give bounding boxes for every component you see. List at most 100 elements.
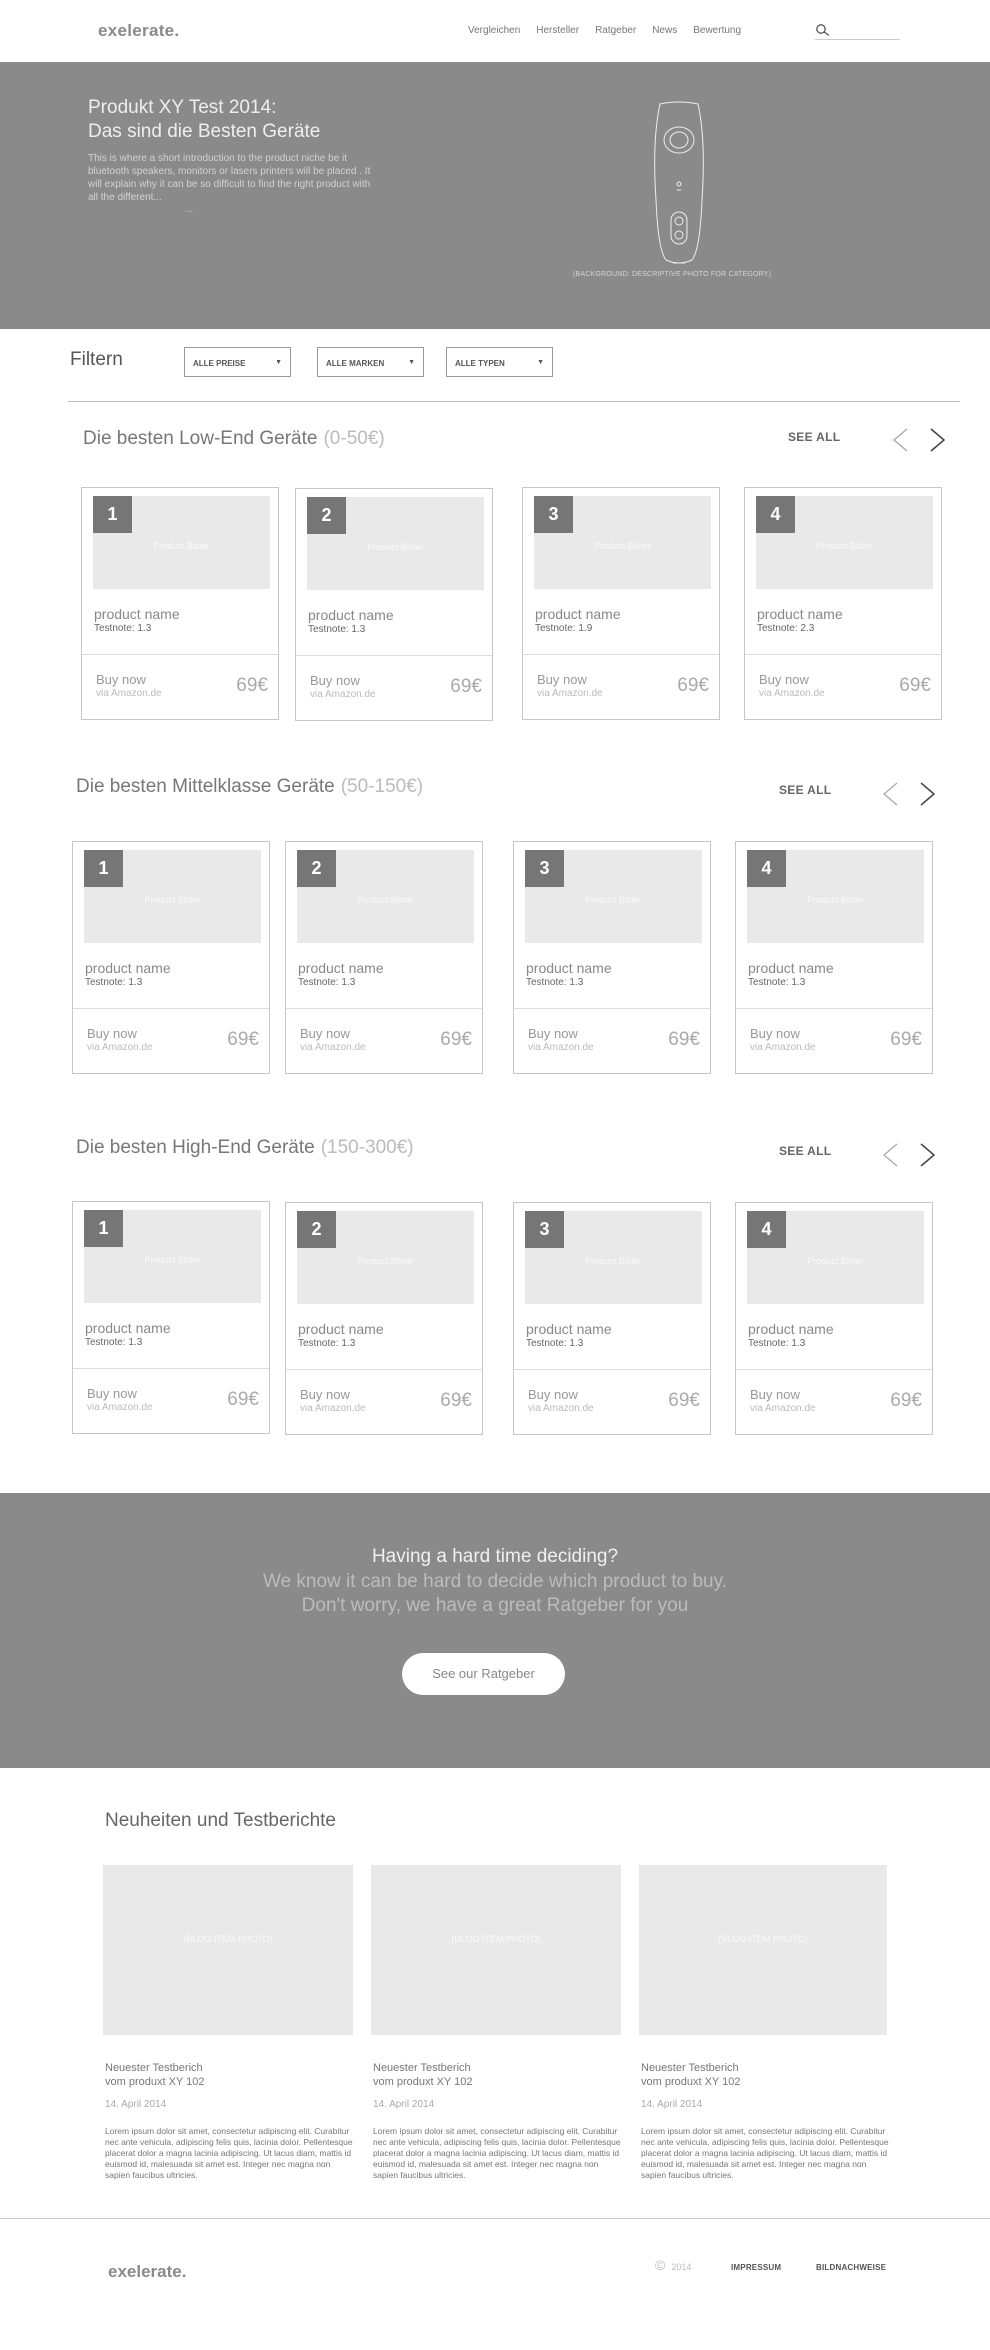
buy-now-link[interactable]: Buy now — [750, 1026, 800, 1041]
buy-now-link[interactable]: Buy now — [537, 672, 587, 687]
blog-title-line2: vom produxt XY 102 — [105, 2076, 205, 2088]
nav-item-ratgeber[interactable]: Ratgeber — [595, 25, 636, 36]
product-card[interactable]: Product Bilder 3 product name Testnote: … — [522, 487, 720, 720]
rank-badge: 4 — [747, 850, 786, 887]
blog-title-line1: Neuester Testberich — [373, 2062, 471, 2074]
rank-badge: 4 — [747, 1211, 786, 1248]
cta-title: Having a hard time deciding? — [371, 1546, 619, 1567]
blog-photo-label: (BLOG ITEM PHOTO) — [718, 1934, 808, 1944]
blog-title-line1: Neuester Testberich — [105, 2062, 203, 2074]
section-price-range: (150-300€) — [320, 1137, 414, 1158]
product-photo-label: Product Bilder — [594, 541, 651, 551]
product-name[interactable]: product name — [757, 606, 843, 622]
buy-now-link[interactable]: Buy now — [87, 1386, 137, 1401]
buy-now-link[interactable]: Buy now — [310, 673, 360, 688]
product-card[interactable]: Product Bilder 1 product name Testnote: … — [72, 1201, 270, 1434]
logo[interactable]: exelerate. — [98, 21, 179, 41]
product-name[interactable]: product name — [308, 607, 394, 623]
retailer-label: via Amazon.de — [300, 1042, 366, 1053]
blog-photo[interactable]: (BLOG ITEM PHOTO) — [371, 1865, 621, 2035]
product-grade: Testnote: 1.3 — [526, 1338, 584, 1349]
see-all-mid-range-link[interactable]: SEE ALL — [779, 783, 831, 797]
filter-price-dropdown[interactable]: ALLE PREISE ▼ — [184, 347, 291, 377]
product-grade: Testnote: 2.3 — [757, 623, 815, 634]
blog-title[interactable]: Neuester Testberich vom produxt XY 102 — [641, 2061, 841, 2089]
product-price: 69€ — [668, 1390, 700, 1411]
product-card[interactable]: Product Bilder 4 product name Testnote: … — [735, 1202, 933, 1435]
retailer-label: via Amazon.de — [87, 1402, 153, 1413]
product-grade: Testnote: 1.3 — [308, 624, 366, 635]
product-card[interactable]: Product Bilder 4 product name Testnote: … — [744, 487, 942, 720]
product-name[interactable]: product name — [94, 606, 180, 622]
copyright-icon: © — [655, 2257, 666, 2273]
buy-now-link[interactable]: Buy now — [300, 1026, 350, 1041]
product-card[interactable]: Product Bilder 2 product name Testnote: … — [295, 488, 493, 721]
chevron-left-icon[interactable] — [880, 781, 900, 807]
blog-item[interactable]: (BLOG ITEM PHOTO) Neuester Testberich vom… — [103, 1865, 353, 2180]
nav-item-bewertung[interactable]: Bewertung — [693, 25, 741, 36]
product-name[interactable]: product name — [298, 1321, 384, 1337]
product-name[interactable]: product name — [535, 606, 621, 622]
product-name[interactable]: product name — [85, 960, 171, 976]
buy-now-link[interactable]: Buy now — [300, 1387, 350, 1402]
blog-title[interactable]: Neuester Testberich vom produxt XY 102 — [373, 2061, 573, 2089]
product-grade: Testnote: 1.3 — [748, 1338, 806, 1349]
chevron-right-icon[interactable] — [928, 427, 948, 453]
product-name[interactable]: product name — [748, 1321, 834, 1337]
hero-banner: Produkt XY Test 2014: Das sind die Beste… — [0, 62, 990, 329]
product-grade: Testnote: 1.3 — [748, 977, 806, 988]
product-photo-label: Product Bilder — [357, 1256, 414, 1266]
blog-title-line1: Neuester Testberich — [641, 2062, 739, 2074]
footer-logo[interactable]: exelerate. — [108, 2262, 186, 2282]
buy-now-link[interactable]: Buy now — [96, 672, 146, 687]
product-price: 69€ — [899, 675, 931, 696]
product-card[interactable]: Product Bilder 4 product name Testnote: … — [735, 841, 933, 1074]
see-ratgeber-button[interactable]: See our Ratgeber — [402, 1653, 565, 1695]
buy-now-link[interactable]: Buy now — [528, 1387, 578, 1402]
search-icon[interactable] — [815, 23, 831, 37]
blog-photo[interactable]: (BLOG ITEM PHOTO) — [103, 1865, 353, 2035]
product-photo-label: Product Bilder — [807, 895, 864, 905]
section-price-range: (50-150€) — [340, 776, 424, 797]
product-name[interactable]: product name — [526, 960, 612, 976]
chevron-left-icon[interactable] — [890, 427, 910, 453]
product-name[interactable]: product name — [298, 960, 384, 976]
product-card[interactable]: Product Bilder 3 product name Testnote: … — [513, 1202, 711, 1435]
footer-divider — [0, 2218, 990, 2219]
see-all-high-end-link[interactable]: SEE ALL — [779, 1144, 831, 1158]
product-name[interactable]: product name — [748, 960, 834, 976]
retailer-label: via Amazon.de — [96, 688, 162, 699]
product-name[interactable]: product name — [85, 1320, 171, 1336]
nav-item-news[interactable]: News — [652, 25, 677, 36]
product-card[interactable]: Product Bilder 3 product name Testnote: … — [513, 841, 711, 1074]
blog-item[interactable]: (BLOG ITEM PHOTO) Neuester Testberich vom… — [371, 1865, 621, 2180]
product-card[interactable]: Product Bilder 1 product name Testnote: … — [81, 487, 279, 720]
buy-now-link[interactable]: Buy now — [87, 1026, 137, 1041]
blog-title[interactable]: Neuester Testberich vom produxt XY 102 — [105, 2061, 305, 2089]
buy-now-link[interactable]: Buy now — [750, 1387, 800, 1402]
product-grade: Testnote: 1.3 — [85, 1337, 143, 1348]
see-all-low-end-link[interactable]: SEE ALL — [788, 430, 840, 444]
chevron-left-icon[interactable] — [880, 1142, 900, 1168]
product-card[interactable]: Product Bilder 1 product name Testnote: … — [72, 841, 270, 1074]
blog-excerpt: Lorem ipsum dolor sit amet, consectetur … — [105, 2126, 353, 2180]
search-input[interactable] — [815, 22, 900, 40]
buy-now-link[interactable]: Buy now — [528, 1026, 578, 1041]
product-name[interactable]: product name — [526, 1321, 612, 1337]
nav-item-vergleichen[interactable]: Vergleichen — [468, 25, 520, 36]
chevron-right-icon[interactable] — [918, 781, 938, 807]
filter-brand-dropdown[interactable]: ALLE MARKEN ▼ — [317, 347, 424, 377]
blog-photo[interactable]: (BLOG ITEM PHOTO) — [639, 1865, 887, 2035]
bildnachweise-link[interactable]: BILDNACHWEISE — [816, 2263, 886, 2272]
filter-type-dropdown[interactable]: ALLE TYPEN ▼ — [446, 347, 553, 377]
blog-item[interactable]: (BLOG ITEM PHOTO) Neuester Testberich vom… — [639, 1865, 889, 2180]
nav-item-hersteller[interactable]: Hersteller — [536, 25, 579, 36]
product-card[interactable]: Product Bilder 2 product name Testnote: … — [285, 841, 483, 1074]
filter-type-label: ALLE TYPEN — [455, 359, 505, 368]
chevron-right-icon[interactable] — [918, 1142, 938, 1168]
chevron-down-icon: ▼ — [275, 359, 282, 366]
buy-now-link[interactable]: Buy now — [759, 672, 809, 687]
impressum-link[interactable]: IMPRESSUM — [731, 2263, 781, 2272]
rank-badge: 4 — [756, 496, 795, 533]
product-card[interactable]: Product Bilder 2 product name Testnote: … — [285, 1202, 483, 1435]
